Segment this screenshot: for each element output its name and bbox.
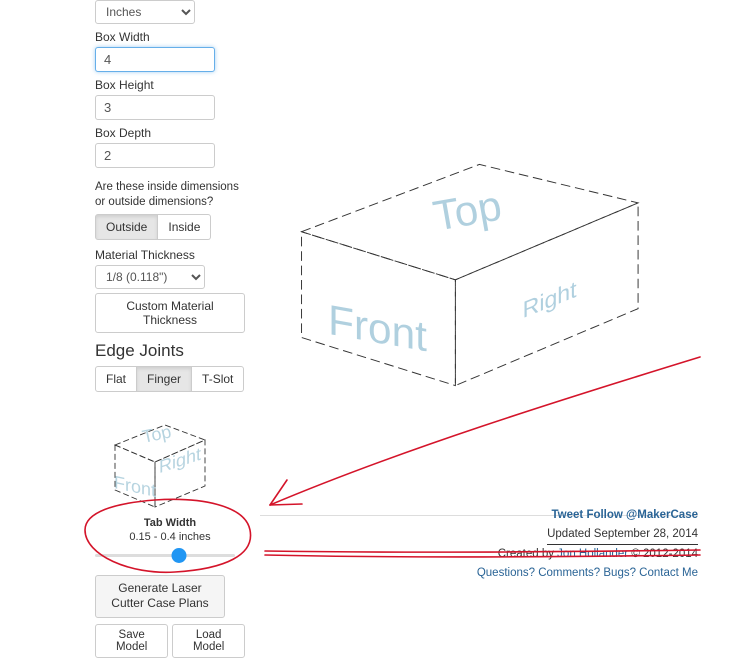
flat-button[interactable]: Flat (95, 366, 137, 392)
outside-button[interactable]: Outside (95, 214, 158, 240)
svg-text:Right: Right (523, 276, 577, 324)
finger-button[interactable]: Finger (137, 366, 192, 392)
svg-text:Front: Front (114, 472, 156, 501)
svg-text:Top: Top (140, 421, 173, 447)
svg-text:Right: Right (159, 443, 201, 477)
tab-width-slider[interactable] (95, 547, 235, 565)
follow-link[interactable]: Follow @MakerCase (586, 509, 698, 521)
box-width-label: Box Width (95, 30, 245, 44)
box-width-input[interactable] (95, 47, 215, 72)
tslot-button[interactable]: T-Slot (192, 366, 244, 392)
load-model-button[interactable]: Load Model (172, 624, 245, 658)
updated-text: Updated September 28, 2014 (547, 525, 698, 545)
tab-width-label: Tab Width (95, 517, 245, 529)
units-select[interactable]: Inches (95, 0, 195, 24)
footer: Tweet Follow @MakerCase Updated Septembe… (477, 506, 698, 582)
contact-link[interactable]: Questions? Comments? Bugs? Contact Me (477, 567, 698, 579)
author-link[interactable]: Jon Hollander (557, 548, 628, 560)
dimensions-question: Are these inside dimensions or outside d… (95, 180, 245, 210)
edge-joint-thumbnail: Top Front Right (95, 400, 225, 515)
created-by-line: Created by Jon Hollander © 2012-2014 (477, 545, 698, 563)
generate-plans-button[interactable]: Generate Laser Cutter Case Plans (95, 575, 225, 618)
box-height-label: Box Height (95, 78, 245, 92)
slider-thumb-icon[interactable] (172, 548, 187, 563)
box-height-input[interactable] (95, 95, 215, 120)
material-thickness-select[interactable]: 1/8 (0.118") (95, 265, 205, 289)
custom-thickness-button[interactable]: Custom Material Thickness (95, 293, 245, 333)
box-depth-label: Box Depth (95, 126, 245, 140)
save-model-button[interactable]: Save Model (95, 624, 168, 658)
tab-width-range: 0.15 - 0.4 inches (95, 531, 245, 543)
inside-button[interactable]: Inside (158, 214, 211, 240)
svg-text:Front: Front (328, 296, 427, 361)
edge-joints-heading: Edge Joints (95, 341, 245, 361)
box-preview: Top Front Right (270, 150, 660, 400)
material-thickness-label: Material Thickness (95, 248, 245, 262)
dimensions-toggle: Outside Inside (95, 214, 245, 240)
tweet-link[interactable]: Tweet (551, 509, 583, 521)
svg-text:Top: Top (430, 182, 505, 240)
edge-joints-toggle: Flat Finger T-Slot (95, 366, 245, 392)
box-depth-input[interactable] (95, 143, 215, 168)
